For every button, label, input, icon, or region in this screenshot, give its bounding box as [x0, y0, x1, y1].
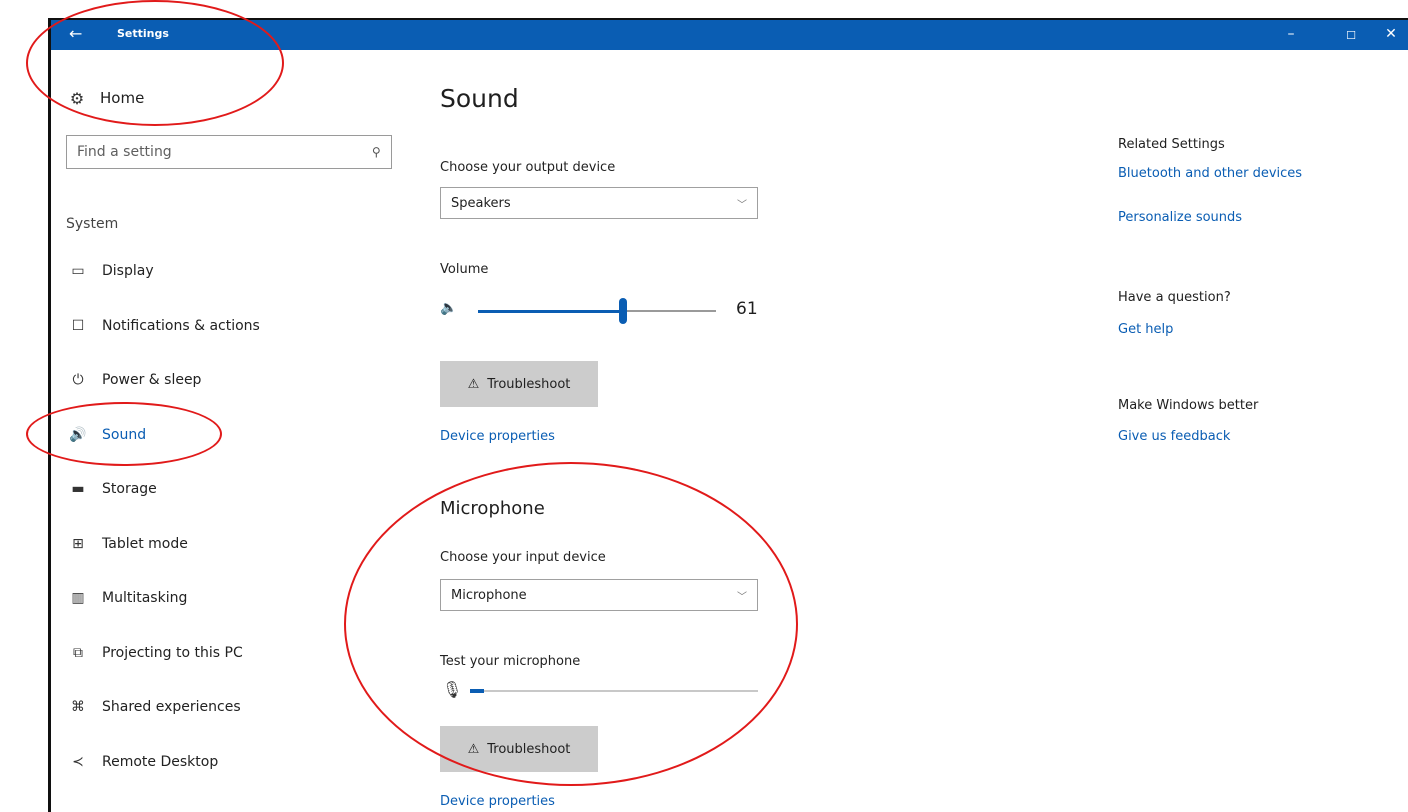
home-label: Home — [100, 89, 145, 107]
troubleshoot-label: Troubleshoot — [487, 741, 571, 757]
home-nav-item[interactable]: ⚙ Home — [66, 84, 144, 112]
output-device-properties-link[interactable]: Device properties — [440, 429, 555, 444]
volume-slider[interactable] — [478, 298, 716, 324]
shared-experiences-icon: ⌘ — [71, 699, 85, 716]
sidebar-item-label: Projecting to this PC — [102, 644, 243, 661]
test-microphone-label: Test your microphone — [440, 654, 581, 669]
display-icon: ▭ — [71, 263, 85, 280]
troubleshoot-label: Troubleshoot — [487, 376, 571, 392]
chevron-down-icon: ﹀ — [737, 591, 747, 603]
storage-icon: ▬ — [71, 481, 85, 498]
warning-icon: ⚠ — [467, 376, 480, 392]
warning-icon: ⚠ — [467, 741, 480, 757]
sidebar-item-storage[interactable]: ▬ Storage — [66, 462, 396, 517]
sidebar-item-label: Storage — [102, 481, 157, 498]
sidebar-item-label: Multitasking — [102, 590, 188, 607]
sidebar-item-label: Shared experiences — [102, 699, 241, 716]
window-title: Settings — [117, 27, 169, 40]
input-device-dropdown[interactable]: Microphone ﹀ — [440, 579, 758, 611]
sidebar-item-label: Remote Desktop — [102, 753, 219, 770]
bluetooth-devices-link[interactable]: Bluetooth and other devices — [1118, 166, 1302, 181]
input-device-value: Microphone — [451, 587, 527, 603]
sidebar-item-shared-experiences[interactable]: ⌘ Shared experiences — [66, 680, 396, 735]
sidebar-item-tablet-mode[interactable]: ⊞ Tablet mode — [66, 517, 396, 572]
microphone-level-fill — [470, 689, 485, 693]
microphone-icon: 🎙 — [442, 680, 463, 699]
make-windows-better-heading: Make Windows better — [1118, 398, 1259, 413]
output-device-dropdown[interactable]: Speakers ﹀ — [440, 187, 758, 219]
sidebar-item-label: Tablet mode — [102, 535, 188, 552]
back-arrow-icon[interactable]: ← — [69, 24, 82, 44]
sidebar-item-label: Power & sleep — [102, 372, 202, 389]
personalize-sounds-link[interactable]: Personalize sounds — [1118, 210, 1242, 225]
volume-slider-fill — [478, 309, 624, 313]
remote-desktop-icon: ≺ — [72, 753, 84, 770]
sidebar-item-label: Sound — [102, 426, 147, 443]
projecting-icon: ⧉ — [73, 644, 83, 661]
search-box: ⚲ — [66, 135, 392, 169]
speaker-icon[interactable]: 🔈 — [440, 300, 457, 316]
troubleshoot-output-button[interactable]: ⚠ Troubleshoot — [440, 361, 598, 407]
sidebar-item-power-sleep[interactable]: ⏻ Power & sleep — [66, 353, 396, 408]
volume-row: 🔈 61 — [440, 296, 770, 326]
notifications-icon: ☐ — [71, 317, 85, 334]
troubleshoot-input-button[interactable]: ⚠ Troubleshoot — [440, 726, 598, 772]
microphone-level-meter — [470, 689, 758, 693]
related-settings-panel: Related Settings Bluetooth and other dev… — [1118, 0, 1398, 812]
input-device-properties-link[interactable]: Device properties — [440, 794, 555, 809]
main-content: Sound Choose your output device Speakers… — [440, 0, 860, 812]
microphone-level-row: 🎙 — [440, 680, 760, 704]
sidebar-item-sound[interactable]: 🔊 Sound — [66, 408, 396, 463]
related-settings-heading: Related Settings — [1118, 137, 1225, 152]
input-device-label: Choose your input device — [440, 550, 606, 565]
volume-slider-thumb[interactable] — [619, 298, 628, 324]
output-device-value: Speakers — [451, 195, 511, 211]
section-label-system: System — [66, 216, 119, 232]
sound-icon: 🔊 — [69, 426, 87, 443]
search-input[interactable] — [77, 144, 373, 160]
search-icon[interactable]: ⚲ — [372, 145, 381, 159]
window-frame-left — [48, 18, 51, 812]
gear-icon: ⚙ — [69, 88, 85, 108]
power-icon: ⏻ — [72, 372, 84, 389]
sidebar-item-display[interactable]: ▭ Display — [66, 244, 396, 299]
volume-label: Volume — [440, 262, 489, 277]
give-feedback-link[interactable]: Give us feedback — [1118, 429, 1230, 444]
multitasking-icon: ▥ — [71, 590, 85, 607]
page-title: Sound — [440, 84, 519, 113]
output-device-label: Choose your output device — [440, 160, 616, 175]
microphone-heading: Microphone — [440, 498, 545, 519]
sidebar-nav-list: ▭ Display ☐ Notifications & actions ⏻ Power &… — [66, 244, 396, 789]
sidebar-item-label: Display — [102, 263, 154, 280]
volume-value: 61 — [736, 299, 758, 319]
sidebar-item-label: Notifications & actions — [102, 317, 260, 334]
tablet-mode-icon: ⊞ — [72, 535, 84, 552]
have-a-question-heading: Have a question? — [1118, 290, 1231, 305]
chevron-down-icon: ﹀ — [737, 199, 747, 211]
get-help-link[interactable]: Get help — [1118, 322, 1173, 337]
sidebar-item-remote-desktop[interactable]: ≺ Remote Desktop — [66, 735, 396, 790]
sidebar-item-multitasking[interactable]: ▥ Multitasking — [66, 571, 396, 626]
sidebar-item-projecting-to-this-pc[interactable]: ⧉ Projecting to this PC — [66, 626, 396, 681]
sidebar-item-notifications-actions[interactable]: ☐ Notifications & actions — [66, 299, 396, 354]
